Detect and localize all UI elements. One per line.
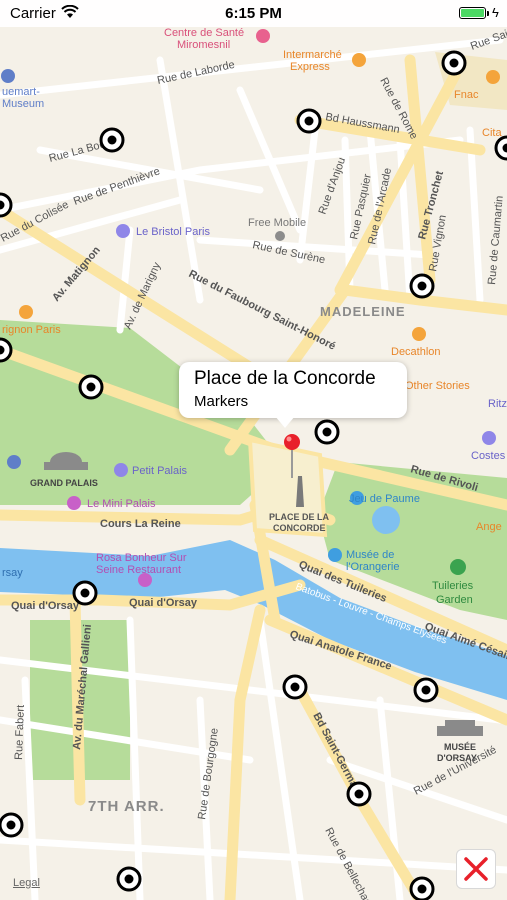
poi-label: rsay [2,567,23,579]
poi-label: Ritz [488,398,507,410]
street-label: Quai d'Orsay [11,600,80,612]
poi-label: Musée de l'Orangerie [346,549,399,573]
map-marker[interactable] [346,781,372,807]
street-label: Rue Fabert [13,705,27,760]
map-marker[interactable] [72,580,98,606]
close-icon [464,857,488,881]
marker-dot [107,135,117,145]
poi-label: Costes [471,450,506,462]
poi-label: Le Mini Palais [87,498,156,510]
legal-link[interactable]: Legal [13,877,40,889]
poi-label: uemart-Museum [2,86,44,110]
map-marker[interactable] [0,812,24,838]
marker-dot [124,874,134,884]
marker-dot [417,281,427,291]
map-marker[interactable] [441,50,467,76]
callout-subtitle: Markers [194,393,249,410]
battery-fill [461,9,484,17]
marker-dot [354,789,364,799]
screen: Rue de Laborde Bd Haussmann Rue de Rome … [0,0,507,900]
district-label-concorde: PLACE DE LA CONCORDE [269,512,330,533]
map-marker[interactable] [0,192,13,218]
poi-label: Other Stories [405,380,470,392]
street-label: Quai d'Orsay [129,597,198,609]
pin-highlight [286,436,292,442]
map-marker[interactable] [78,374,104,400]
marker-dot [417,884,427,894]
street-label: Cours La Reine [100,518,181,530]
close-button[interactable] [456,849,496,889]
map-view[interactable]: Rue de Laborde Bd Haussmann Rue de Rome … [0,0,507,900]
marker-dot [290,682,300,692]
marker-dot [86,382,96,392]
map-marker[interactable] [99,127,125,153]
poi-label: Ange [476,521,502,533]
marker-dot [304,116,314,126]
map-marker[interactable] [314,419,340,445]
poi-label: Rosa Bonheur Sur Seine Restaurant [96,552,187,576]
poi-label: Cita [482,127,502,139]
map-marker[interactable] [296,108,322,134]
pin-head [284,434,300,450]
poi-label: Le Bristol Paris [136,226,210,238]
poi-label: rignon Paris [2,324,61,336]
poi-label: Free Mobile [248,217,306,229]
marker-dot [80,588,90,598]
district-label-grand-palais: GRAND PALAIS [30,478,98,488]
clock: 6:15 PM [225,5,282,22]
map-marker[interactable] [0,337,13,363]
charging-bolt-icon: ϟ [492,5,499,20]
district-label-7th: 7TH ARR. [88,798,165,815]
map-marker[interactable] [413,677,439,703]
status-bar: Carrier 6:15 PM ϟ [0,0,507,27]
map-marker[interactable] [409,273,435,299]
marker-dot [449,58,459,68]
free-mobile-icon [275,231,285,241]
annotation-callout[interactable]: Place de la Concorde Markers [179,362,407,418]
map-marker[interactable] [409,876,435,900]
poi-label: Petit Palais [132,465,188,477]
battery-nub [487,11,489,16]
marker-dot [322,427,332,437]
water-pond [372,506,400,534]
map-marker[interactable] [282,674,308,700]
battery-icon [459,7,486,19]
poi-label: Fnac [454,89,479,101]
poi-label: Jeu de Paume [349,493,420,505]
map-marker[interactable] [494,135,507,161]
poi-label: Decathlon [391,346,441,358]
map-marker[interactable] [116,866,142,892]
district-label-madeleine: MADELEINE [320,304,406,319]
marker-dot [421,685,431,695]
callout-title: Place de la Concorde [194,368,376,389]
callout-tail [275,416,295,428]
marker-dot [6,820,16,830]
